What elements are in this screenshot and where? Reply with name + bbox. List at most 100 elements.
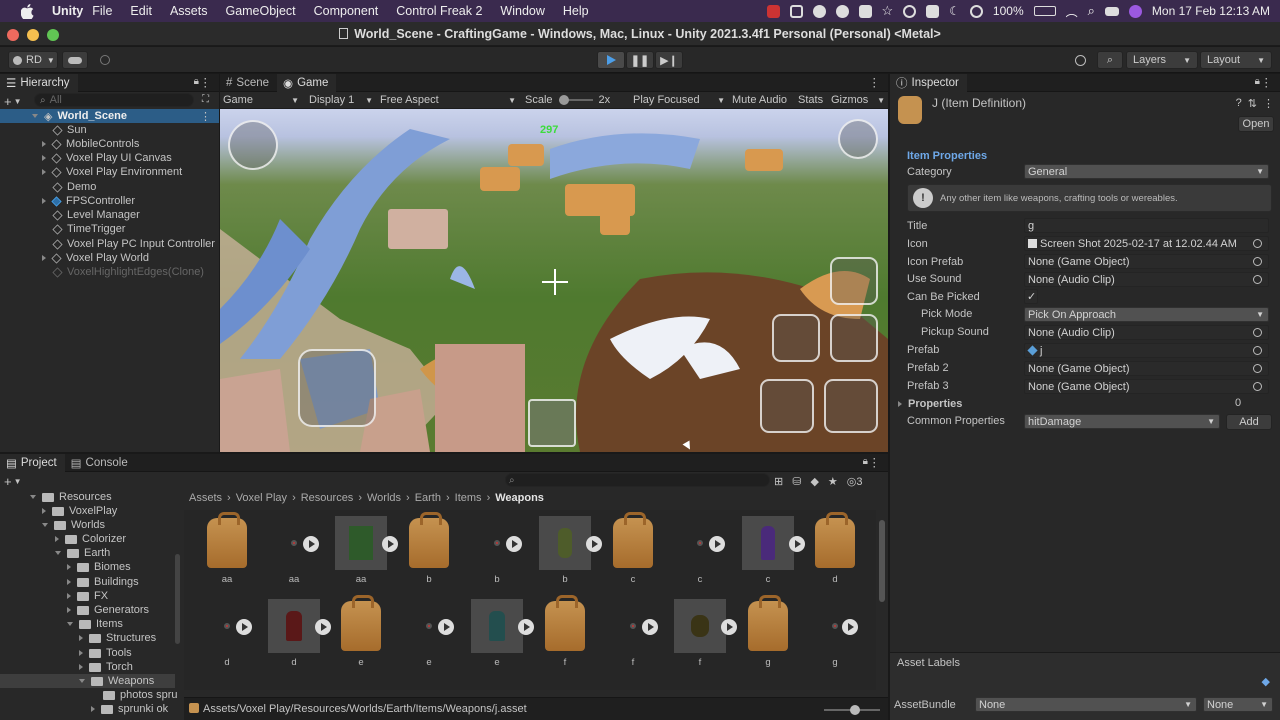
unity-cube-icon[interactable] bbox=[789, 4, 803, 18]
expand-arrow-icon[interactable] bbox=[42, 169, 46, 175]
asset-tile[interactable]: e bbox=[468, 599, 534, 673]
play-preview-icon[interactable] bbox=[303, 536, 319, 552]
tree-item[interactable]: Structures bbox=[79, 631, 156, 645]
grid-scrollbar[interactable] bbox=[879, 520, 885, 602]
tree-item-selected[interactable]: Weapons bbox=[0, 674, 175, 688]
tree-item[interactable]: Tools bbox=[79, 646, 132, 660]
expand-arrow-icon[interactable] bbox=[67, 622, 73, 626]
can-be-picked-checkbox[interactable]: ✓ bbox=[1024, 289, 1038, 304]
breadcrumb-item[interactable]: Worlds bbox=[367, 492, 401, 504]
more-options-icon[interactable]: ⋮ bbox=[869, 455, 881, 469]
expand-arrow-icon[interactable] bbox=[67, 593, 71, 599]
tree-item[interactable]: Torch bbox=[79, 660, 133, 674]
gizmos-dropdown[interactable]: Gizmos ▼ bbox=[831, 94, 885, 106]
breadcrumb-item[interactable]: Items bbox=[455, 492, 482, 504]
tree-item[interactable]: Worlds bbox=[42, 518, 105, 532]
hotbar-slot[interactable] bbox=[528, 399, 576, 447]
slider-thumb[interactable] bbox=[850, 705, 860, 715]
game-viewport[interactable]: 297 bbox=[220, 109, 888, 452]
asset-tile[interactable]: f bbox=[671, 599, 737, 673]
breadcrumb-item[interactable]: Assets bbox=[189, 492, 222, 504]
breadcrumb-item[interactable]: Voxel Play bbox=[236, 492, 287, 504]
search-button[interactable]: ⌕ bbox=[1097, 51, 1123, 69]
create-button[interactable]: + ▼ bbox=[4, 94, 22, 109]
play-preview-icon[interactable] bbox=[842, 619, 858, 635]
hierarchy-item[interactable]: Voxel Play PC Input Controller bbox=[52, 237, 215, 251]
tree-item[interactable]: photos spru bbox=[103, 688, 177, 702]
pick-mode-dropdown[interactable]: Pick On Approach ▼ bbox=[1024, 307, 1269, 322]
play-focused-dropdown[interactable]: Play Focused ▼ bbox=[633, 94, 725, 106]
aspect-dropdown[interactable]: Free Aspect ▼ bbox=[380, 94, 516, 106]
breadcrumb-item[interactable]: Resources bbox=[301, 492, 354, 504]
help-icon[interactable]: ? bbox=[1236, 97, 1242, 109]
presets-icon[interactable]: ⇅ bbox=[1248, 97, 1257, 110]
menu-control-freak[interactable]: Control Freak 2 bbox=[396, 4, 482, 18]
properties-count[interactable]: 0 bbox=[1235, 397, 1241, 409]
tag-icon[interactable]: ◆ bbox=[810, 475, 818, 488]
backpack-icon[interactable] bbox=[228, 120, 278, 170]
menu-component[interactable]: Component bbox=[314, 4, 379, 18]
menu-gameobject[interactable]: GameObject bbox=[225, 4, 295, 18]
pause-game-icon[interactable] bbox=[838, 119, 878, 159]
play-preview-icon[interactable] bbox=[518, 619, 534, 635]
asset-tile[interactable]: g bbox=[806, 599, 864, 673]
tree-item[interactable]: Items bbox=[67, 617, 123, 631]
pause-button[interactable]: ❚❚ bbox=[626, 51, 654, 69]
expand-arrow-icon[interactable] bbox=[42, 198, 46, 204]
expand-arrow-icon[interactable] bbox=[42, 508, 46, 514]
breadcrumb-item-current[interactable]: Weapons bbox=[495, 492, 544, 504]
hierarchy-item[interactable]: Voxel Play UI Canvas bbox=[42, 151, 172, 165]
asset-tile[interactable]: f bbox=[536, 595, 594, 673]
pickup-sound-field[interactable]: None (Audio Clip) bbox=[1024, 325, 1269, 340]
prefab-field[interactable]: j bbox=[1024, 343, 1269, 358]
display-dropdown[interactable]: Display 1 ▼ bbox=[309, 94, 373, 106]
asset-tile[interactable]: aa bbox=[198, 512, 256, 590]
close-window-button[interactable] bbox=[7, 29, 19, 41]
airdrop-icon[interactable] bbox=[969, 4, 983, 18]
star-icon[interactable]: ☆ bbox=[882, 3, 894, 19]
expand-arrow-icon[interactable] bbox=[42, 141, 46, 147]
minimize-window-button[interactable] bbox=[27, 29, 39, 41]
tab-scene[interactable]: # Scene bbox=[220, 74, 277, 92]
battery-icon[interactable] bbox=[1033, 6, 1056, 16]
history-button[interactable] bbox=[1067, 51, 1093, 69]
assetbundle-dropdown[interactable]: None ▼ bbox=[975, 697, 1197, 712]
hierarchy-item[interactable]: Level Manager bbox=[52, 208, 140, 222]
joystick-icon[interactable] bbox=[298, 349, 376, 427]
asset-tile[interactable]: b bbox=[468, 516, 526, 590]
hierarchy-item[interactable]: Voxel Play World bbox=[42, 251, 149, 265]
more-options-icon[interactable]: ⋮ bbox=[200, 75, 212, 89]
expand-arrow-icon[interactable] bbox=[67, 564, 71, 570]
asset-tile[interactable]: aa bbox=[265, 516, 323, 590]
play-circle-icon[interactable] bbox=[903, 4, 917, 18]
play-preview-icon[interactable] bbox=[506, 536, 522, 552]
expand-arrow-icon[interactable] bbox=[79, 679, 85, 683]
expand-arrow-icon[interactable] bbox=[32, 114, 38, 118]
asset-tile[interactable]: b bbox=[536, 516, 602, 590]
object-picker-icon[interactable] bbox=[1253, 382, 1262, 391]
asset-tile[interactable]: g bbox=[739, 595, 797, 673]
asset-tile[interactable]: aa bbox=[332, 516, 398, 590]
climb-icon[interactable] bbox=[830, 314, 878, 362]
play-button[interactable] bbox=[597, 51, 625, 69]
menu-help[interactable]: Help bbox=[563, 4, 589, 18]
category-dropdown[interactable]: General ▼ bbox=[1024, 164, 1269, 179]
prefab2-field[interactable]: None (Game Object) bbox=[1024, 361, 1269, 376]
hierarchy-item[interactable]: Sun bbox=[52, 123, 87, 137]
hierarchy-item[interactable]: FPSController bbox=[42, 194, 135, 208]
expand-arrow-icon[interactable] bbox=[30, 495, 36, 499]
object-picker-icon[interactable] bbox=[1253, 257, 1262, 266]
hierarchy-item[interactable]: MobileControls bbox=[42, 137, 139, 151]
asset-tile[interactable]: d bbox=[806, 512, 864, 590]
menu-window[interactable]: Window bbox=[500, 4, 544, 18]
tree-item[interactable]: Colorizer bbox=[55, 532, 126, 546]
expand-arrow-icon[interactable] bbox=[42, 155, 46, 161]
stats-button[interactable]: Stats bbox=[798, 94, 823, 106]
filter-by-label-icon[interactable]: ⛁ bbox=[792, 475, 801, 488]
record-icon[interactable] bbox=[766, 4, 780, 18]
icon-object-field[interactable]: Screen Shot 2025-02-17 at 12.02.44 AM bbox=[1024, 236, 1269, 251]
object-picker-icon[interactable] bbox=[1253, 239, 1262, 248]
common-properties-dropdown[interactable]: hitDamage ▼ bbox=[1024, 414, 1220, 429]
asset-tile[interactable]: c bbox=[739, 516, 805, 590]
tree-item[interactable]: Buildings bbox=[67, 575, 139, 589]
